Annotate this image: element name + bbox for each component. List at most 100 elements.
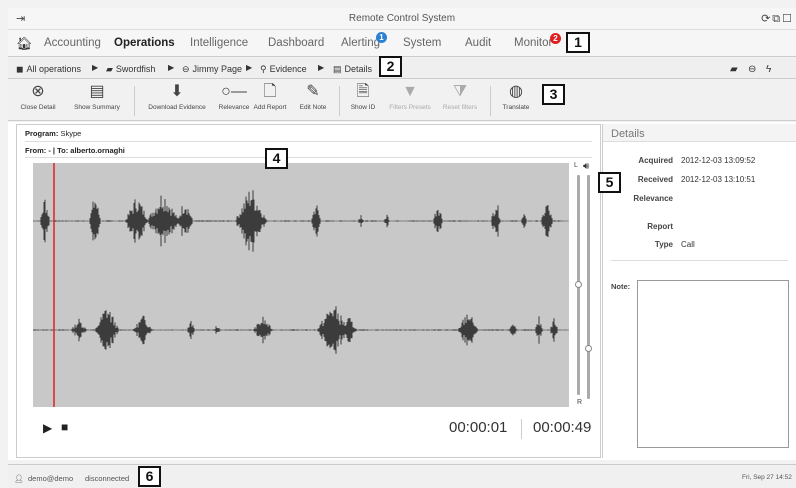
- from-to-line: From: - | To: alberto.ornaghi: [25, 146, 125, 155]
- breadcrumb-arrow-icon: ▶: [92, 63, 99, 72]
- monitor-badge: 2: [550, 33, 561, 44]
- close-detail-button[interactable]: ⊗ Close Detail: [18, 82, 58, 111]
- toolbar-divider: [134, 86, 135, 116]
- status-datetime: Fri, Sep 27 14:52: [742, 474, 792, 481]
- divider: [521, 419, 522, 439]
- breadcrumb-arrow-icon: ▶: [168, 63, 175, 72]
- show-id-button[interactable]: 🗎︎ Show ID: [346, 82, 380, 111]
- user-icon: 👤︎: [14, 474, 24, 483]
- right-channel-slider[interactable]: [587, 175, 590, 399]
- callout-4: 4: [265, 148, 288, 169]
- callout-1: 1: [566, 32, 590, 53]
- target-icon[interactable]: ⊖: [748, 64, 756, 75]
- toolbar: ⊗ Close Detail ▤ Show Summary ⬇ Download Ev…: [8, 80, 796, 121]
- connection-status: disconnected: [85, 474, 130, 483]
- reset-filter-icon: ⧩: [452, 83, 468, 100]
- audio-waveform[interactable]: [32, 163, 569, 407]
- menu-audit[interactable]: Audit: [465, 37, 491, 49]
- breadcrumb: ◼ All operations ▶ ▰ Swordfish ▶ ⊖ Jimmy Pa…: [8, 58, 796, 79]
- factory-icon[interactable]: ▰: [730, 64, 738, 75]
- globe-icon: ◍: [509, 83, 523, 100]
- left-slider-knob[interactable]: [575, 281, 582, 288]
- waveform-right-channel: [32, 306, 569, 354]
- download-evidence-button[interactable]: ⬇ Download Evidence: [142, 82, 212, 111]
- filters-presets-button[interactable]: ▼ Filters Presets: [386, 82, 434, 111]
- menu-operations[interactable]: Operations: [114, 37, 175, 49]
- target-icon: ⊖: [182, 64, 190, 74]
- breadcrumb-details[interactable]: ▤ Details: [333, 64, 372, 75]
- stop-icon[interactable]: ■: [61, 420, 68, 434]
- relevance-label: Relevance: [633, 194, 673, 203]
- toolbar-divider: [490, 86, 491, 116]
- lightning-icon[interactable]: ϟ: [766, 64, 771, 75]
- show-summary-button[interactable]: ▤ Show Summary: [70, 82, 124, 111]
- callout-3: 3: [542, 84, 565, 105]
- acquired-label: Acquired: [638, 156, 673, 165]
- add-report-button[interactable]: 🗋︎ Add Report: [250, 82, 290, 111]
- download-icon: ⬇: [170, 83, 184, 100]
- play-icon[interactable]: ▶: [43, 421, 52, 435]
- callout-5: 5: [598, 172, 621, 193]
- divider: [25, 157, 592, 158]
- type-label: Type: [654, 240, 673, 249]
- main-area: Program: Skype From: - | To: alberto.orn…: [8, 122, 796, 460]
- program-line: Program: Skype: [25, 129, 82, 138]
- breadcrumb-jimmy-page[interactable]: ⊖ Jimmy Page: [182, 64, 242, 75]
- status-bar: 👤︎ demo@demo disconnected Fri, Sep 27 14…: [8, 464, 796, 488]
- note-textarea[interactable]: [637, 280, 789, 448]
- window-controls[interactable]: ⟳⧉☐: [761, 12, 794, 26]
- type-value: Call: [681, 240, 695, 249]
- window-title: Remote Control System: [348, 13, 456, 24]
- waveform-left-channel: [32, 190, 569, 252]
- relevance-icon: ○—: [221, 83, 247, 100]
- divider: [611, 260, 788, 261]
- home-icon[interactable]: 🏠︎: [16, 36, 33, 52]
- main-menu: 🏠︎ Accounting Operations Intelligence Da…: [8, 30, 796, 57]
- close-circle-icon: ⊗: [31, 83, 45, 100]
- callout-2: 2: [379, 56, 402, 77]
- breadcrumb-arrow-icon: ▶: [318, 63, 325, 72]
- acquired-value: 2012-12-03 13:09:52: [681, 156, 756, 165]
- elapsed-time: 00:00:01: [449, 419, 508, 436]
- breadcrumb-all-operations[interactable]: ◼ All operations: [16, 64, 81, 75]
- volume-icon[interactable]: 🔊︎: [583, 161, 589, 172]
- alerting-badge: 1: [376, 32, 387, 43]
- callout-6: 6: [138, 466, 161, 487]
- toolbar-divider: [339, 86, 340, 116]
- reset-filters-button[interactable]: ⧩ Reset filters: [438, 82, 482, 111]
- menu-system[interactable]: System: [403, 37, 441, 49]
- relevance-slider[interactable]: ○— Relevance: [213, 82, 255, 111]
- details-panel: Details Acquired 2012-12-03 13:09:52 Rec…: [602, 124, 796, 458]
- received-value: 2012-12-03 13:10:51: [681, 175, 756, 184]
- show-id-icon: 🗎︎: [356, 83, 370, 100]
- filter-icon: ▼: [402, 83, 418, 100]
- menu-alerting[interactable]: Alerting: [341, 37, 380, 49]
- details-header: Details: [603, 124, 796, 142]
- menu-dashboard[interactable]: Dashboard: [268, 37, 324, 49]
- report-label: Report: [647, 222, 673, 231]
- note-label: Note:: [611, 282, 631, 291]
- add-report-icon: 🗋︎: [263, 83, 277, 100]
- right-slider-knob[interactable]: [585, 345, 592, 352]
- menu-accounting[interactable]: Accounting: [44, 37, 101, 49]
- current-user: demo@demo: [28, 474, 74, 483]
- menu-intelligence[interactable]: Intelligence: [190, 37, 248, 49]
- details-icon: ▤: [333, 64, 342, 74]
- waveform-graphic: [32, 163, 569, 407]
- translate-button[interactable]: ◍ Translate: [497, 82, 535, 111]
- total-duration: 00:00:49: [533, 419, 592, 436]
- edit-note-button[interactable]: ✎ Edit Note: [294, 82, 332, 111]
- divider: [25, 141, 592, 142]
- search-icon: ⚲: [260, 64, 267, 74]
- edit-note-icon: ✎: [306, 83, 320, 100]
- title-bar: ⇥ Remote Control System ⟳⧉☐: [8, 8, 796, 30]
- breadcrumb-swordfish[interactable]: ▰ Swordfish: [106, 64, 155, 75]
- summary-icon: ▤: [89, 83, 105, 100]
- player-controls: ▶ ■ 00:00:01 00:00:49: [25, 413, 592, 443]
- menu-monitor[interactable]: Monitor: [514, 37, 552, 49]
- evidence-panel: Program: Skype From: - | To: alberto.orn…: [16, 124, 601, 458]
- app-window: ⇥ Remote Control System ⟳⧉☐ 🏠︎ Accountin…: [0, 0, 796, 488]
- breadcrumb-arrow-icon: ▶: [246, 63, 253, 72]
- breadcrumb-evidence[interactable]: ⚲ Evidence: [260, 64, 307, 75]
- left-channel-label: L: [574, 162, 578, 169]
